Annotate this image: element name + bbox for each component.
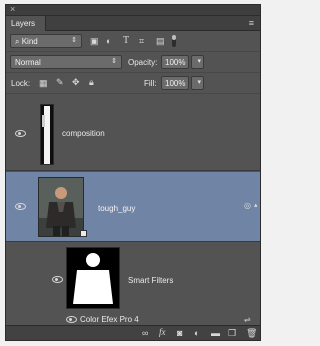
layers-panel: × Layers ≡ ⌕ Kind ⇕ ▣ ◐ T ⌗ ▤ Normal ⇕ O… xyxy=(5,4,261,341)
panel-menu-icon[interactable]: ≡ xyxy=(249,18,254,28)
layers-bottom-bar: ∞ fx ◙ ◐ ▬ ❐ 🗑︎ xyxy=(6,325,260,340)
filter-blending-options-icon[interactable]: ⇌ xyxy=(244,316,251,324)
blend-row: Normal ⇕ Opacity: 100% ▾ xyxy=(6,52,260,73)
opacity-label: Opacity: xyxy=(128,58,158,67)
fill-input[interactable]: 100% xyxy=(161,76,189,90)
lock-brush-icon[interactable]: ✎ xyxy=(56,78,64,87)
filter-mask-thumbnail xyxy=(66,247,120,309)
filter-kind-select[interactable]: ⌕ Kind ⇕ xyxy=(10,34,82,48)
lock-transparent-icon[interactable]: ▦ xyxy=(39,79,48,88)
panel-top-strip: × xyxy=(6,5,260,16)
layer-name[interactable]: composition xyxy=(62,129,105,138)
chevron-down-icon: ▾ xyxy=(197,79,201,86)
mask-icon[interactable]: ◙ xyxy=(177,329,182,338)
smart-object-filter-icon[interactable]: ▤ xyxy=(156,37,165,46)
fill-value: 100% xyxy=(165,79,186,88)
adjustment-filter-icon[interactable]: ◐ xyxy=(106,37,111,46)
smart-filters-label: Smart Filters xyxy=(128,276,174,285)
man-photo-icon xyxy=(39,178,83,236)
tab-layers[interactable]: Layers xyxy=(6,16,46,31)
lock-label: Lock: xyxy=(11,79,31,88)
filter-row: ⌕ Kind ⇕ ▣ ◐ T ⌗ ▤ xyxy=(6,31,260,52)
layer-thumbnail xyxy=(40,104,54,165)
updown-icon: ⇕ xyxy=(111,58,117,65)
visibility-eye-icon[interactable] xyxy=(66,316,77,323)
shape-filter-icon[interactable]: ⌗ xyxy=(139,37,144,46)
adjustment-icon[interactable]: ◐ xyxy=(194,329,199,338)
filter-name: Color Efex Pro 4 xyxy=(80,315,139,324)
search-icon: ⌕ xyxy=(15,37,22,46)
tab-bar: Layers ≡ xyxy=(6,16,260,31)
smart-object-badge-icon xyxy=(80,230,87,237)
visibility-eye-icon[interactable] xyxy=(15,130,26,137)
folder-icon[interactable]: ▬ xyxy=(211,329,220,338)
filter-kind-label: ⌕ Kind xyxy=(15,37,38,47)
layer-row-composition[interactable]: composition xyxy=(6,97,260,171)
visibility-eye-icon[interactable] xyxy=(52,276,63,283)
opacity-value: 100% xyxy=(165,58,186,67)
blend-mode-label: Normal xyxy=(15,58,41,67)
visibility-eye-icon[interactable] xyxy=(15,203,26,210)
mask-silhouette-icon xyxy=(73,253,113,304)
link-icon[interactable]: ∞ xyxy=(142,329,148,338)
trash-icon[interactable]: 🗑︎ xyxy=(246,329,257,338)
chevron-down-icon: ▾ xyxy=(197,58,201,65)
close-icon[interactable]: × xyxy=(10,5,15,14)
opacity-input[interactable]: 100% xyxy=(161,55,189,69)
fx-icon[interactable]: fx xyxy=(159,328,166,337)
type-filter-icon[interactable]: T xyxy=(123,36,129,46)
blend-mode-select[interactable]: Normal ⇕ xyxy=(10,55,122,69)
pixel-filter-icon[interactable]: ▣ xyxy=(90,37,99,46)
smart-filter-indicator-icon[interactable]: ◎ xyxy=(244,202,251,210)
filter-toggle[interactable] xyxy=(172,35,176,47)
updown-icon: ⇕ xyxy=(71,37,77,44)
lock-position-icon[interactable]: ✥ xyxy=(72,78,80,87)
opacity-dropdown-button[interactable]: ▾ xyxy=(191,55,204,69)
kind-text: Kind xyxy=(21,37,38,46)
layer-row-tough-guy[interactable]: tough_guy ◎ ▴ xyxy=(6,172,260,242)
fill-dropdown-button[interactable]: ▾ xyxy=(191,76,204,90)
new-layer-icon[interactable]: ❐ xyxy=(228,329,236,338)
smart-filters-row[interactable]: Smart Filters xyxy=(6,243,260,314)
layer-name[interactable]: tough_guy xyxy=(98,204,135,213)
layer-thumbnail xyxy=(38,177,87,237)
lock-row: Lock: ▦ ✎ ✥ 🔒︎ Fill: 100% ▾ xyxy=(6,73,260,94)
collapse-arrow-icon[interactable]: ▴ xyxy=(254,202,258,209)
lock-all-icon[interactable]: 🔒︎ xyxy=(89,78,94,87)
fill-label: Fill: xyxy=(144,79,157,88)
